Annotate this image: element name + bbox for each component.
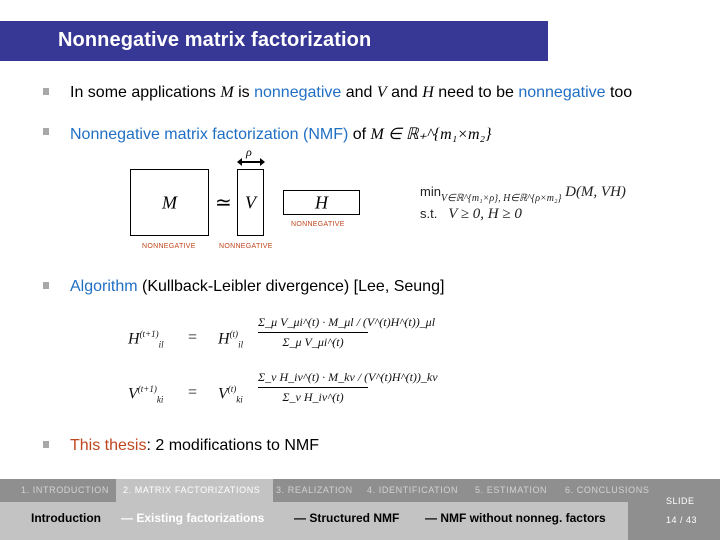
subsection-nmf-without-nonneg[interactable]: — NMF without nonneg. factors	[425, 511, 606, 525]
objective-function: D(M, VH)	[565, 184, 626, 200]
highlight-algorithm: Algorithm	[70, 278, 138, 295]
rule-fraction: Σ_μ V_μi^(t) · M_μl / (V^(t)H^(t))_μl Σ_…	[258, 315, 436, 350]
nonnegative-label-h: NONNEGATIVE	[291, 221, 345, 228]
fraction-bar	[258, 332, 368, 333]
matrix-m-label: M	[162, 192, 177, 212]
text-run: need to be	[433, 84, 519, 101]
section-tab-matrix-factorizations[interactable]: 2. MATRIX FACTORIZATIONS	[116, 479, 273, 502]
text-run: : 2 modifications to NMF	[146, 437, 319, 454]
highlight-nmf: Nonnegative matrix factorization (NMF)	[70, 126, 349, 143]
highlight-this-thesis: This thesis	[70, 437, 147, 454]
slide-title: Nonnegative matrix factorization	[58, 29, 372, 51]
section-tab-introduction[interactable]: 1. INTRODUCTION	[0, 479, 116, 502]
bullet-marker-icon	[43, 128, 49, 135]
rule-fraction: Σ_ν H_iν^(t) · M_kν / (V^(t)H^(t))_kν Σ_…	[258, 370, 438, 405]
optimization-problem: minV∈ℝ^{m₁×ρ}, H∈ℝ^{ρ×m₂} D(M, VH) s.t. …	[420, 182, 626, 224]
text-run: and	[341, 84, 377, 101]
matrix-v-box: V	[237, 169, 264, 236]
matrix-m-box: M	[130, 169, 209, 236]
double-arrow-icon	[237, 158, 265, 166]
nonnegative-label-m: NONNEGATIVE	[142, 243, 196, 250]
fraction-numerator: Σ_ν H_iν^(t) · M_kν / (V^(t)H^(t))_kν	[258, 370, 438, 384]
bullet-text: Nonnegative matrix factorization (NMF) o…	[70, 124, 492, 144]
matrix-h-box: H	[283, 190, 360, 215]
bullet-text: This thesis: 2 modifications to NMF	[70, 437, 319, 455]
rule-lhs: V(t+1)ki	[128, 384, 164, 405]
section-tab-realization[interactable]: 3. REALIZATION	[276, 479, 353, 502]
text-run: In some applications	[70, 84, 221, 101]
text-run: and	[386, 84, 423, 101]
math-h: H	[422, 84, 434, 101]
matrix-h-label: H	[315, 192, 328, 212]
subsection-introduction[interactable]: Introduction	[31, 511, 101, 525]
subsection-structured-nmf[interactable]: — Structured NMF	[294, 511, 399, 525]
constraint: V ≥ 0, H ≥ 0	[448, 206, 522, 222]
fraction-denominator: Σ_μ V_μi^(t)	[282, 335, 344, 349]
rule-rhs: V(t)ki	[218, 384, 243, 405]
equals-sign: =	[188, 384, 198, 401]
slide-counter: SLIDE 14 / 43	[628, 496, 720, 540]
bullet-marker-icon	[43, 441, 49, 448]
rank-rho-label: ρ	[246, 145, 252, 159]
section-nav: 1. INTRODUCTION 2. MATRIX FACTORIZATIONS…	[0, 479, 720, 502]
nonnegative-label-v: NONNEGATIVE	[219, 243, 273, 250]
matrix-v-label: V	[245, 192, 256, 212]
section-tab-estimation[interactable]: 5. ESTIMATION	[475, 479, 547, 502]
title-bar: Nonnegative matrix factorization	[0, 21, 548, 61]
math-m: M	[220, 84, 234, 101]
subsection-existing-factorizations[interactable]: — Existing factorizations	[121, 511, 264, 525]
constraint-line: s.t. V ≥ 0, H ≥ 0	[420, 204, 626, 224]
equals-sign: =	[188, 329, 198, 346]
slide-label: SLIDE	[666, 496, 695, 506]
rule-lhs: H(t+1)il	[128, 329, 164, 350]
objective-line: minV∈ℝ^{m₁×ρ}, H∈ℝ^{ρ×m₂} D(M, VH)	[420, 182, 626, 204]
fraction-bar	[258, 387, 368, 388]
bullet-marker-icon	[43, 88, 49, 95]
highlight-nonnegative: nonnegative	[254, 84, 342, 101]
rule-rhs: H(t)il	[218, 329, 244, 350]
bullet-text: Algorithm (Kullback-Leibler divergence) …	[70, 278, 444, 296]
bullet-text: In some applications M is nonnegative an…	[70, 84, 632, 102]
min-subscript: V∈ℝ^{m₁×ρ}, H∈ℝ^{ρ×m₂}	[440, 193, 562, 204]
section-tab-identification[interactable]: 4. IDENTIFICATION	[367, 479, 458, 502]
text-run: is	[233, 84, 255, 101]
highlight-nonnegative: nonnegative	[518, 84, 606, 101]
section-tab-conclusions[interactable]: 6. CONCLUSIONS	[565, 479, 649, 502]
approx-symbol: ≃	[215, 192, 232, 214]
text-run: of	[348, 126, 371, 143]
fraction-numerator: Σ_μ V_μi^(t) · M_μl / (V^(t)H^(t))_μl	[258, 315, 436, 329]
slide-number: 14 / 43	[666, 515, 698, 525]
subsection-nav: Introduction — Existing factorizations —…	[0, 502, 628, 540]
st-label: s.t.	[420, 206, 438, 221]
text-run: too	[605, 84, 633, 101]
text-run: (Kullback-Leibler divergence) [Lee, Seun…	[137, 278, 445, 295]
fraction-denominator: Σ_ν H_iν^(t)	[282, 390, 344, 404]
min-label: min	[420, 184, 441, 199]
bullet-marker-icon	[43, 282, 49, 289]
math-v: V	[376, 84, 387, 101]
math-m-domain: M ∈ ℝ₊^{m₁×m₂}	[370, 126, 492, 143]
